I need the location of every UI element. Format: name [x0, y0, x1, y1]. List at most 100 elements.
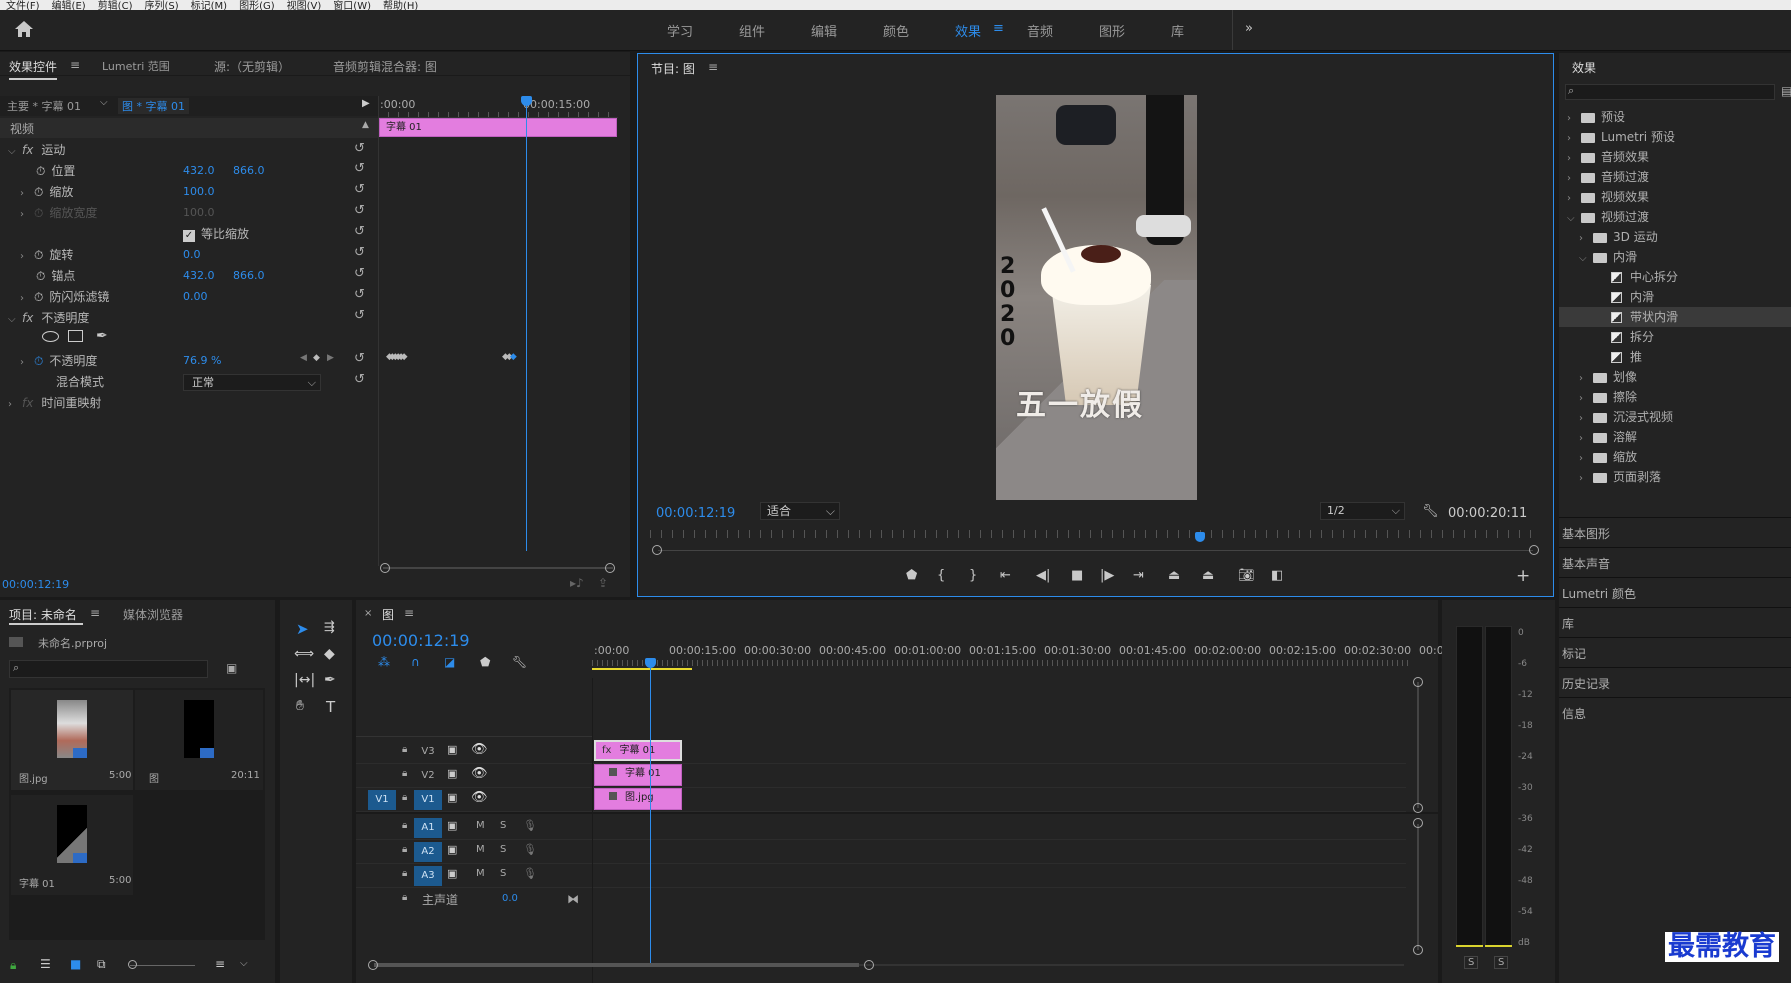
anchor-x-value[interactable]: 432.0	[183, 269, 215, 282]
scroll-handle-left[interactable]	[380, 563, 390, 573]
effect-item[interactable]: 带状内滑	[1559, 307, 1791, 327]
tab-effect-controls[interactable]: 效果控件	[9, 58, 58, 80]
new-bin-icon[interactable]: ▤	[1781, 84, 1791, 98]
stopwatch-icon[interactable]: ⏱	[34, 185, 43, 199]
source-patch-button[interactable]: V1	[368, 790, 396, 810]
audio-vscroll[interactable]	[1417, 824, 1419, 950]
add-button-icon[interactable]: +	[1516, 566, 1530, 586]
panel-menu-icon[interactable]: ≡	[708, 60, 718, 74]
panel-header[interactable]: 历史记录	[1562, 675, 1610, 692]
effect-folder[interactable]: › 音频效果	[1559, 147, 1791, 167]
ec-timeline-ruler[interactable]: :00:00 00:00:15:00	[378, 96, 618, 118]
master-expand-icon[interactable]: ⧓	[567, 892, 579, 906]
timeline-tab[interactable]: 图	[382, 606, 394, 623]
ellipse-mask-icon[interactable]	[42, 331, 59, 342]
sync-lock-icon[interactable]: ▣	[447, 791, 457, 804]
rotation-value[interactable]: 0.0	[183, 248, 201, 261]
next-keyframe-icon[interactable]: ▶	[327, 353, 334, 363]
sync-lock-icon[interactable]: ▣	[447, 819, 457, 832]
panel-header[interactable]: 库	[1562, 615, 1574, 632]
opacity-section-row[interactable]: ⌵ fx 不透明度	[8, 308, 89, 328]
position-y-value[interactable]: 866.0	[233, 164, 265, 177]
master-track-value[interactable]: 0.0	[502, 893, 518, 904]
reset-icon[interactable]: ↺	[354, 372, 365, 387]
effect-item[interactable]: 中心拆分	[1559, 267, 1791, 287]
wrench-icon[interactable]: 🔧︎	[1422, 504, 1439, 519]
panel-header[interactable]: 标记	[1562, 645, 1586, 662]
effect-folder[interactable]: ⌵ 内滑	[1559, 247, 1791, 267]
chevron-right-icon[interactable]: ›	[1567, 149, 1581, 169]
position-x-value[interactable]: 432.0	[183, 164, 215, 177]
workspace-tab[interactable]: 库	[1171, 21, 1184, 40]
filter-icon[interactable]: ▸♪	[570, 576, 584, 590]
home-icon[interactable]	[14, 20, 34, 38]
eye-icon[interactable]: 👁︎	[471, 766, 488, 781]
stopwatch-icon[interactable]: ⏱	[34, 290, 43, 304]
compare-icon[interactable]: ◧	[1271, 568, 1283, 583]
effect-folder[interactable]: › 页面剥落	[1559, 467, 1791, 487]
snap-icon[interactable]: ∩	[411, 655, 420, 669]
workspace-menu-icon[interactable]: ≡	[993, 21, 1004, 36]
vscroll-handle[interactable]	[1413, 803, 1423, 813]
nest-toggle-icon[interactable]: ⁂	[378, 655, 390, 669]
clip-v3[interactable]: fx 字幕 01	[594, 740, 682, 761]
anchor-y-value[interactable]: 866.0	[233, 269, 265, 282]
workspace-tab[interactable]: 编辑	[811, 21, 837, 40]
keyframe-group-1[interactable]: ◆◆◆◆◆◆	[386, 352, 407, 362]
reset-icon[interactable]: ↺	[354, 266, 365, 281]
fx-icon[interactable]: fx	[22, 143, 33, 157]
chevron-right-icon[interactable]: ›	[1579, 389, 1593, 409]
solo-button[interactable]: S	[500, 868, 506, 879]
project-item[interactable]: 图.jpg 5:00	[11, 690, 133, 790]
workspace-tab[interactable]: 组件	[739, 21, 765, 40]
stopwatch-active-icon[interactable]: ⏱	[34, 354, 43, 368]
effect-folder[interactable]: › 擦除	[1559, 387, 1791, 407]
panel-header[interactable]: 基本图形	[1562, 525, 1610, 542]
lock-icon[interactable]: 🔒︎	[402, 792, 407, 803]
sync-lock-icon[interactable]: ▣	[447, 767, 457, 780]
project-search-input[interactable]: ⌕	[9, 660, 208, 678]
work-area-bar[interactable]	[592, 668, 692, 670]
chevron-right-icon[interactable]: ›	[8, 395, 22, 415]
selection-tool-icon[interactable]: ➤	[296, 620, 309, 638]
stopwatch-icon[interactable]: ⏱	[36, 269, 45, 283]
add-keyframe-icon[interactable]: ◆	[313, 353, 320, 363]
chevron-right-icon[interactable]: ›	[1567, 169, 1581, 189]
effect-item[interactable]: 拆分	[1559, 327, 1791, 347]
scrub-handle-left[interactable]	[652, 545, 662, 555]
lock-icon[interactable]: 🔒︎	[10, 958, 16, 973]
sync-lock-icon[interactable]: ▣	[447, 843, 457, 856]
panel-menu-icon[interactable]: ≡	[404, 606, 414, 620]
opacity-value[interactable]: 76.9 %	[183, 354, 221, 367]
flicker-value[interactable]: 0.00	[183, 290, 208, 303]
timeline-playhead[interactable]	[650, 660, 651, 966]
project-item[interactable]: 字幕 01 5:00	[11, 795, 133, 895]
mute-button[interactable]: M	[476, 844, 485, 855]
workspace-tab[interactable]: 颜色	[883, 21, 909, 40]
panel-header[interactable]: 信息	[1562, 705, 1586, 722]
chevron-down-icon[interactable]: ⌵	[1567, 209, 1581, 229]
eye-icon[interactable]: 👁︎	[471, 742, 488, 757]
lock-icon[interactable]: 🔒︎	[402, 768, 407, 779]
resolution-select[interactable]: 1/2 ⌵	[1320, 502, 1405, 520]
workspace-tab[interactable]: 音频	[1027, 21, 1053, 40]
add-marker-icon[interactable]: ⬟	[480, 655, 490, 669]
panel-menu-icon[interactable]: ≡	[90, 606, 100, 620]
tab-media-browser[interactable]: 媒体浏览器	[123, 606, 183, 623]
program-title[interactable]: 节目: 图	[651, 60, 695, 77]
track-target-button[interactable]: V1	[414, 790, 442, 810]
list-view-icon[interactable]: ☰	[40, 957, 51, 971]
menu-item[interactable]: 视图(V)	[287, 2, 322, 11]
chevron-right-icon[interactable]: ›	[1579, 429, 1593, 449]
mark-out-icon[interactable]: }	[969, 568, 977, 583]
eye-icon[interactable]: 👁︎	[471, 790, 488, 805]
lock-icon[interactable]: 🔒︎	[402, 844, 407, 855]
effect-folder[interactable]: › Lumetri 预设	[1559, 127, 1791, 147]
hscroll-handle[interactable]	[864, 960, 874, 970]
export-icon[interactable]: ⇪	[598, 576, 608, 590]
menu-item[interactable]: 编辑(E)	[52, 2, 86, 11]
clip-v1[interactable]: 图.jpg	[594, 788, 682, 810]
chevron-down-icon[interactable]: ⌵	[8, 310, 22, 330]
sort-dropdown-icon[interactable]: ⌵	[240, 958, 248, 969]
vscroll-handle[interactable]	[1413, 677, 1423, 687]
